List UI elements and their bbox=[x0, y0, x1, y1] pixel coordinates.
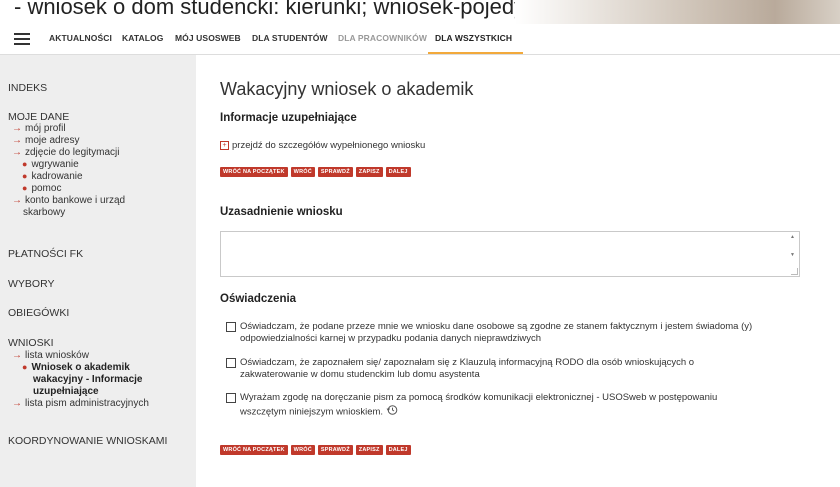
save-button-bottom[interactable]: ZAPISZ bbox=[355, 445, 383, 455]
button-row-top: WRÓĆ NA POCZĄTEK WRÓĆ SPRAWDŹ ZAPISZ DAL… bbox=[220, 167, 411, 177]
declaration-checkbox-2[interactable] bbox=[226, 358, 236, 368]
button-row-bottom: WRÓĆ NA POCZĄTEK WRÓĆ SPRAWDŹ ZAPISZ DAL… bbox=[220, 445, 411, 455]
sidebar-link-lista-wnioskow[interactable]: → lista wniosków bbox=[12, 350, 89, 361]
sidebar-link-skarbowy[interactable]: skarbowy bbox=[23, 207, 65, 218]
arrow-right-icon: → bbox=[12, 350, 22, 361]
sidebar: INDEKS MOJE DANE → mój profil → moje adres… bbox=[0, 55, 196, 487]
expand-plus-icon: + bbox=[220, 140, 229, 150]
nav-moj-usosweb[interactable]: MÓJ USOSWEB bbox=[175, 33, 241, 43]
main-content: Wakacyjny wniosek o akademik Informacje … bbox=[196, 55, 840, 487]
active-tab-indicator bbox=[428, 52, 523, 54]
sidebar-section-koordynowanie[interactable]: KOORDYNOWANIE WNIOSKAMI bbox=[8, 435, 167, 447]
back-button-bottom[interactable]: WRÓĆ bbox=[290, 445, 315, 455]
sidebar-link-pomoc[interactable]: ● pomoc bbox=[22, 183, 61, 194]
nav-dla-studentow[interactable]: DLA STUDENTÓW bbox=[252, 33, 328, 43]
sidebar-section-wnioski[interactable]: WNIOSKI bbox=[8, 337, 54, 349]
save-button[interactable]: ZAPISZ bbox=[355, 167, 383, 177]
sidebar-link-kadrowanie[interactable]: ● kadrowanie bbox=[22, 171, 83, 182]
sidebar-section-platnosci[interactable]: PŁATNOŚCI FK bbox=[8, 248, 83, 260]
sidebar-link-moje-adresy[interactable]: → moje adresy bbox=[12, 135, 79, 146]
declaration-text-3[interactable]: Wyrażam zgodę na doręczanie pism za pomo… bbox=[240, 392, 717, 419]
arrow-right-icon: → bbox=[12, 123, 22, 134]
nav-katalog[interactable]: KATALOG bbox=[122, 33, 163, 43]
sidebar-current-wniosek-line2[interactable]: wakacyjny - Informacje bbox=[33, 374, 143, 385]
justification-heading: Uzasadnienie wniosku bbox=[220, 206, 343, 218]
scroll-down-icon[interactable]: ▼ bbox=[790, 252, 795, 258]
expand-details-link[interactable]: + przejdź do szczegółów wypełnionego wnio… bbox=[220, 140, 425, 151]
arrow-right-icon: → bbox=[12, 135, 22, 146]
nav-aktualnosci[interactable]: AKTUALNOŚCI bbox=[49, 33, 112, 43]
justification-textarea[interactable]: ▲ ▼ bbox=[220, 231, 800, 277]
sidebar-link-wgrywanie[interactable]: ● wgrywanie bbox=[22, 159, 79, 170]
resize-handle-icon[interactable] bbox=[791, 268, 798, 275]
info-heading: Informacje uzupełniające bbox=[220, 112, 357, 124]
check-button[interactable]: SPRAWDŹ bbox=[317, 167, 353, 177]
sidebar-section-moje-dane[interactable]: MOJE DANE bbox=[8, 111, 69, 123]
next-button-bottom[interactable]: DALEJ bbox=[385, 445, 411, 455]
nav-dla-wszystkich[interactable]: DLA WSZYSTKICH bbox=[435, 33, 512, 43]
sidebar-current-wniosek-line3[interactable]: uzupełniające bbox=[33, 386, 99, 397]
next-button[interactable]: DALEJ bbox=[385, 167, 411, 177]
sidebar-section-obiegowki[interactable]: OBIEGÓWKI bbox=[8, 307, 69, 319]
caption-strip: - wniosek o dom studencki: kierunki; wni… bbox=[0, 0, 840, 24]
bullet-icon: ● bbox=[22, 362, 28, 372]
check-button-bottom[interactable]: SPRAWDŹ bbox=[317, 445, 353, 455]
sidebar-link-zdjecie[interactable]: → zdjęcie do legitymacji bbox=[12, 147, 120, 158]
declaration-checkbox-3[interactable] bbox=[226, 393, 236, 403]
history-icon[interactable] bbox=[386, 404, 398, 420]
declarations-heading: Oświadczenia bbox=[220, 293, 297, 305]
sidebar-link-moj-profil[interactable]: → mój profil bbox=[12, 123, 66, 134]
header-photo bbox=[515, 0, 840, 24]
back-button[interactable]: WRÓĆ bbox=[290, 167, 315, 177]
arrow-right-icon: → bbox=[12, 195, 22, 206]
arrow-right-icon: → bbox=[12, 147, 22, 158]
back-to-start-button-bottom[interactable]: WRÓĆ NA POCZĄTEK bbox=[220, 445, 288, 455]
sidebar-link-lista-pism[interactable]: → lista pism administracyjnych bbox=[12, 398, 149, 409]
back-to-start-button[interactable]: WRÓĆ NA POCZĄTEK bbox=[220, 167, 288, 177]
page-title: Wakacyjny wniosek o akademik bbox=[220, 79, 474, 99]
declaration-text-1[interactable]: Oświadczam, że podane przeze mnie we wni… bbox=[240, 321, 752, 344]
declaration-checkbox-1[interactable] bbox=[226, 322, 236, 332]
sidebar-section-indeks[interactable]: INDEKS bbox=[8, 82, 47, 94]
declaration-text-2[interactable]: Oświadczam, że zapoznałem się/ zapoznała… bbox=[240, 357, 694, 380]
arrow-right-icon: → bbox=[12, 398, 22, 409]
bullet-icon: ● bbox=[22, 183, 28, 193]
nav-dla-pracownikow[interactable]: DLA PRACOWNIKÓW bbox=[338, 33, 427, 43]
hamburger-icon[interactable] bbox=[14, 33, 30, 45]
bullet-icon: ● bbox=[22, 159, 28, 169]
scroll-up-icon[interactable]: ▲ bbox=[790, 234, 795, 240]
sidebar-section-wybory[interactable]: WYBORY bbox=[8, 278, 54, 290]
top-nav: AKTUALNOŚCI KATALOG MÓJ USOSWEB DLA STUD… bbox=[0, 24, 840, 55]
sidebar-link-konto-bankowe[interactable]: → konto bankowe i urząd bbox=[12, 195, 125, 206]
bullet-icon: ● bbox=[22, 171, 28, 181]
sidebar-current-wniosek[interactable]: ● Wniosek o akademik bbox=[22, 362, 130, 373]
